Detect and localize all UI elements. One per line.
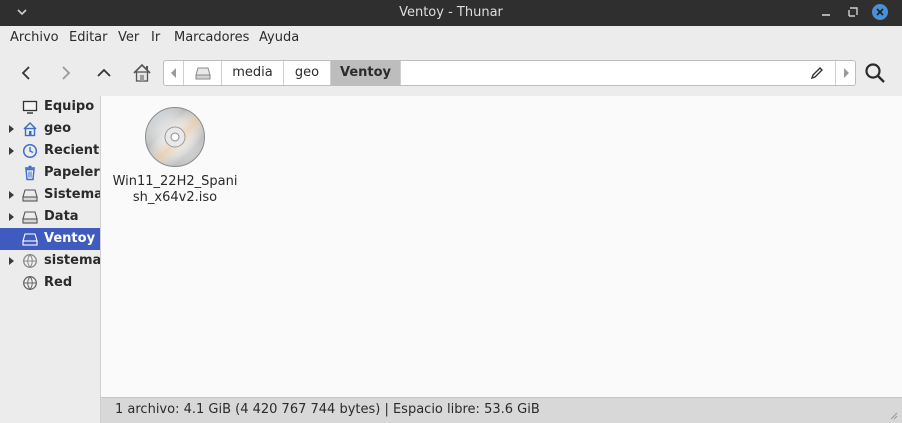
sidebar-item-geo[interactable]: geo: [0, 118, 100, 140]
sidebar-item-sistemas[interactable]: sistemas: [0, 250, 100, 272]
chevron-right-icon: [844, 68, 849, 78]
drive-icon: [22, 233, 38, 246]
expander-icon[interactable]: [9, 191, 14, 199]
menu-editar[interactable]: Editar: [69, 30, 108, 45]
file-view[interactable]: Win11_22H2_Spanish_x64v2.iso: [101, 96, 902, 397]
search-icon[interactable]: [864, 62, 886, 84]
menu-ir[interactable]: Ir: [151, 30, 160, 45]
sidebar-item-label: Ventoy: [44, 231, 96, 246]
sidebar-item-ventoy[interactable]: Ventoy: [0, 228, 100, 250]
menu-ver[interactable]: Ver: [118, 30, 139, 45]
sidebar-item-recientes[interactable]: Recientes: [0, 140, 100, 162]
edit-location-pencil-icon[interactable]: [810, 66, 824, 80]
resize-grip-icon[interactable]: [888, 410, 898, 420]
thunar-window: Ventoy - Thunar Archivo Editar Ver Ir Ma…: [0, 0, 902, 423]
minimize-icon[interactable]: [818, 4, 834, 20]
menu-bar: Archivo Editar Ver Ir Marcadores Ayuda: [0, 26, 902, 50]
network-icon: [23, 276, 37, 290]
forward-arrow-icon[interactable]: [54, 62, 76, 84]
pathbar-scroll-left[interactable]: [164, 61, 184, 85]
sidebar-item-label: sistemas: [44, 253, 100, 268]
sidebar-item-label: Equipo: [44, 99, 95, 114]
status-bar: 1 archivo: 4.1 GiB (4 420 767 744 bytes)…: [101, 397, 902, 423]
sidebar-item-red[interactable]: Red: [0, 272, 100, 294]
trash-icon: [25, 165, 35, 181]
back-arrow-icon[interactable]: [16, 62, 38, 84]
expander-icon[interactable]: [9, 257, 14, 265]
sidebar-item-label: Red: [44, 275, 73, 290]
sidebar-item-equipo[interactable]: Equipo: [0, 96, 100, 118]
up-arrow-icon[interactable]: [93, 62, 115, 84]
window-title: Ventoy - Thunar: [399, 5, 503, 20]
sidebar-item-data[interactable]: Data: [0, 206, 100, 228]
drive-icon: [22, 211, 38, 224]
sidebar-item-label: Sistema de archivos: [44, 187, 100, 202]
crumb-geo[interactable]: geo: [284, 61, 331, 85]
pathbar-scroll-right[interactable]: [835, 61, 855, 85]
chevron-left-icon: [171, 68, 176, 78]
home-icon[interactable]: [131, 62, 153, 84]
sidebar-item-label: geo: [44, 121, 72, 136]
sidebar-item-label: Recientes: [44, 143, 100, 158]
drive-icon: [195, 67, 211, 80]
maximize-icon[interactable]: [845, 4, 861, 20]
close-icon[interactable]: [871, 3, 889, 21]
clock-icon: [22, 143, 38, 159]
network-icon: [23, 254, 37, 268]
expander-icon[interactable]: [9, 125, 14, 133]
computer-icon: [22, 100, 38, 114]
sidebar-item-label: Data: [44, 209, 79, 224]
drive-icon: [22, 189, 38, 202]
crumb-root-drive[interactable]: [184, 61, 222, 85]
menu-ayuda[interactable]: Ayuda: [259, 30, 299, 45]
home-folder-icon: [23, 121, 37, 137]
sidebar-item-papelera[interactable]: Papelera: [0, 162, 100, 184]
file-item[interactable]: Win11_22H2_Spanish_x64v2.iso: [111, 106, 239, 206]
menu-marcadores[interactable]: Marcadores: [174, 30, 249, 45]
menu-archivo[interactable]: Archivo: [10, 30, 59, 45]
file-name: Win11_22H2_Spanish_x64v2.iso: [112, 174, 238, 205]
sidebar-item-label: Papelera: [44, 165, 100, 180]
crumb-media[interactable]: media: [222, 61, 284, 85]
expander-icon[interactable]: [9, 147, 14, 155]
crumb-ventoy[interactable]: Ventoy: [331, 61, 401, 85]
optical-disc-icon: [145, 107, 205, 167]
status-text: 1 archivo: 4.1 GiB (4 420 767 744 bytes)…: [115, 402, 540, 417]
title-bar[interactable]: Ventoy - Thunar: [0, 0, 902, 26]
expander-icon[interactable]: [9, 213, 14, 221]
location-pathbar: media geo Ventoy: [163, 60, 856, 86]
sidebar: Equipo geo Recientes Pap: [0, 96, 101, 423]
sidebar-item-sistema-de-archivos[interactable]: Sistema de archivos: [0, 184, 100, 206]
